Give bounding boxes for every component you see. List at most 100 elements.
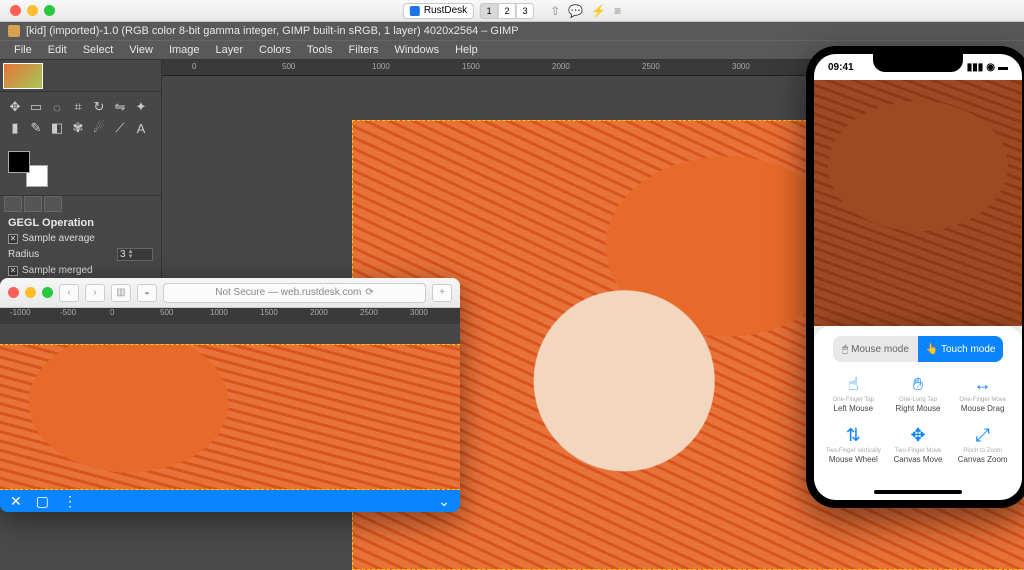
browser-minimize-button[interactable] bbox=[25, 287, 36, 298]
dock-tab-3[interactable] bbox=[44, 196, 62, 212]
warp-tool-icon[interactable]: ✦ bbox=[132, 98, 150, 116]
signal-icon: ▮▮▮ bbox=[967, 62, 984, 73]
shield-icon[interactable]: ◒ bbox=[137, 284, 157, 302]
browser-close-button[interactable] bbox=[8, 287, 19, 298]
menu-colors[interactable]: Colors bbox=[251, 42, 299, 58]
free-select-tool-icon[interactable]: ◌ bbox=[48, 98, 66, 116]
seg-1[interactable]: 1 bbox=[480, 3, 498, 19]
dock-tab-2[interactable] bbox=[24, 196, 42, 212]
browser-viewport[interactable]: -1000 -500 0 500 1000 1500 2000 2500 300… bbox=[0, 308, 460, 512]
address-bar[interactable]: Not Secure — web.rustdesk.com ⟳ bbox=[163, 283, 426, 303]
image-thumbnail[interactable] bbox=[3, 63, 43, 89]
back-button[interactable]: ‹ bbox=[59, 284, 79, 302]
rotate-tool-icon[interactable]: ↻ bbox=[90, 98, 108, 116]
reload-icon[interactable]: ⟳ bbox=[365, 287, 373, 298]
display-icon[interactable]: ▢ bbox=[36, 493, 49, 510]
forward-button[interactable]: › bbox=[85, 284, 105, 302]
radius-input[interactable]: 3 ▲▼ bbox=[117, 248, 153, 261]
sidebar-button[interactable]: ▥ bbox=[111, 284, 131, 302]
menu-file[interactable]: File bbox=[6, 42, 40, 58]
gesture-sub: Pinch to Zoom bbox=[963, 448, 1002, 454]
bolt-icon[interactable]: ⚡ bbox=[591, 4, 606, 18]
collapse-icon[interactable]: ⌄ bbox=[438, 493, 450, 510]
color-swatch[interactable] bbox=[8, 151, 48, 187]
gesture-mouse-drag[interactable]: ↔︎ One-Finger Move Mouse Drag bbox=[953, 370, 1012, 417]
close-window-button[interactable] bbox=[10, 5, 21, 16]
paintbrush-tool-icon[interactable]: ✎ bbox=[27, 119, 45, 137]
gesture-grid: ☝︎ One-Finger Tap Left Mouse ✋︎ One-Long… bbox=[824, 370, 1012, 468]
menu-view[interactable]: View bbox=[121, 42, 161, 58]
menu-tools[interactable]: Tools bbox=[299, 42, 341, 58]
touch-icon: 👆 bbox=[926, 344, 938, 355]
fg-color[interactable] bbox=[8, 151, 30, 173]
clone-tool-icon[interactable]: ✾ bbox=[69, 119, 87, 137]
minimize-window-button[interactable] bbox=[27, 5, 38, 16]
gesture-right-mouse[interactable]: ✋︎ One-Long Tap Right Mouse bbox=[889, 370, 948, 417]
list-icon[interactable]: ≡ bbox=[614, 4, 621, 18]
smudge-tool-icon[interactable]: ☄ bbox=[90, 119, 108, 137]
gesture-canvas-move[interactable]: ✥ Two-Finger Move Canvas Move bbox=[889, 421, 948, 468]
display-segment[interactable]: 1 2 3 bbox=[480, 3, 534, 19]
mouse-icon: 🖱 bbox=[842, 344, 848, 355]
ruler-tick: 1500 bbox=[462, 62, 480, 71]
sample-average-checkbox[interactable]: ✕ bbox=[8, 234, 18, 244]
text-tool-icon[interactable]: A bbox=[132, 119, 150, 137]
sample-merged-checkbox[interactable]: ✕ bbox=[8, 266, 18, 276]
menu-image[interactable]: Image bbox=[161, 42, 208, 58]
new-tab-button[interactable]: + bbox=[432, 284, 452, 302]
menu-layer[interactable]: Layer bbox=[208, 42, 252, 58]
menu-select[interactable]: Select bbox=[75, 42, 122, 58]
phone-remote-view[interactable] bbox=[814, 80, 1022, 326]
mouse-mode-button[interactable]: 🖱 Mouse mode bbox=[833, 336, 918, 362]
path-tool-icon[interactable]: ⟋ bbox=[111, 119, 129, 137]
gesture-label: Left Mouse bbox=[834, 404, 874, 413]
gesture-label: Canvas Zoom bbox=[958, 455, 1008, 464]
seg-3[interactable]: 3 bbox=[516, 3, 534, 19]
gesture-left-mouse[interactable]: ☝︎ One-Finger Tap Left Mouse bbox=[824, 370, 883, 417]
bucket-tool-icon[interactable]: ▮ bbox=[6, 119, 24, 137]
rect-select-tool-icon[interactable]: ▭ bbox=[27, 98, 45, 116]
move-tool-icon[interactable]: ✥ bbox=[6, 98, 24, 116]
app-tab[interactable]: RustDesk bbox=[403, 3, 474, 19]
browser-maximize-button[interactable] bbox=[42, 287, 53, 298]
pin-icon[interactable]: ⇧ bbox=[550, 4, 560, 18]
chat-icon[interactable]: 💬 bbox=[568, 4, 583, 18]
browser-toolbar: ‹ › ▥ ◒ Not Secure — web.rustdesk.com ⟳ … bbox=[0, 278, 460, 308]
close-session-icon[interactable]: ✕ bbox=[10, 493, 22, 510]
ruler-tick: 1500 bbox=[260, 308, 278, 317]
longtap-icon: ✋︎ bbox=[913, 374, 923, 395]
menu-windows[interactable]: Windows bbox=[386, 42, 447, 58]
sample-average-row[interactable]: ✕ Sample average bbox=[0, 231, 161, 246]
crop-tool-icon[interactable]: ⌗ bbox=[69, 98, 87, 116]
gesture-label: Right Mouse bbox=[896, 404, 941, 413]
menu-filters[interactable]: Filters bbox=[341, 42, 387, 58]
menu-edit[interactable]: Edit bbox=[40, 42, 75, 58]
titlebar-actions: ⇧ 💬 ⚡ ≡ bbox=[550, 4, 621, 18]
dock-tabs bbox=[0, 195, 161, 213]
gesture-sub: One-Finger Move bbox=[959, 397, 1006, 403]
radius-value: 3 bbox=[120, 249, 126, 260]
gesture-canvas-zoom[interactable]: ⤢ Pinch to Zoom Canvas Zoom bbox=[953, 421, 1012, 468]
seg-2[interactable]: 2 bbox=[498, 3, 516, 19]
eraser-tool-icon[interactable]: ◧ bbox=[48, 119, 66, 137]
gesture-mouse-wheel[interactable]: ⇅ Two-Finger vertically Mouse Wheel bbox=[824, 421, 883, 468]
mode-segment[interactable]: 🖱 Mouse mode 👆 Touch mode bbox=[833, 336, 1003, 362]
flip-tool-icon[interactable]: ⇋ bbox=[111, 98, 129, 116]
gesture-sub: Two-Finger Move bbox=[895, 448, 941, 454]
home-indicator[interactable] bbox=[874, 490, 962, 494]
gimp-title: [kid] (imported)-1.0 (RGB color 8-bit ga… bbox=[26, 25, 519, 37]
sample-merged-row[interactable]: ✕ Sample merged bbox=[0, 263, 161, 278]
phone-notch bbox=[873, 54, 963, 72]
more-icon[interactable]: ⋮ bbox=[63, 493, 77, 510]
touch-mode-button[interactable]: 👆 Touch mode bbox=[918, 336, 1003, 362]
toolbox: ✥ ▭ ◌ ⌗ ↻ ⇋ ✦ ▮ ✎ ◧ ✾ ☄ ⟋ A bbox=[0, 92, 161, 143]
browser-canvas-image[interactable] bbox=[0, 344, 460, 490]
gesture-overlay: 🖱 Mouse mode 👆 Touch mode ☝︎ One-Finger … bbox=[814, 326, 1022, 500]
radius-spinner[interactable]: ▲▼ bbox=[128, 250, 134, 260]
ruler-tick: 2500 bbox=[642, 62, 660, 71]
menu-help[interactable]: Help bbox=[447, 42, 486, 58]
maximize-window-button[interactable] bbox=[44, 5, 55, 16]
dock-tab-1[interactable] bbox=[4, 196, 22, 212]
tool-options-title: GEGL Operation bbox=[0, 213, 161, 231]
app-name: RustDesk bbox=[424, 5, 467, 16]
